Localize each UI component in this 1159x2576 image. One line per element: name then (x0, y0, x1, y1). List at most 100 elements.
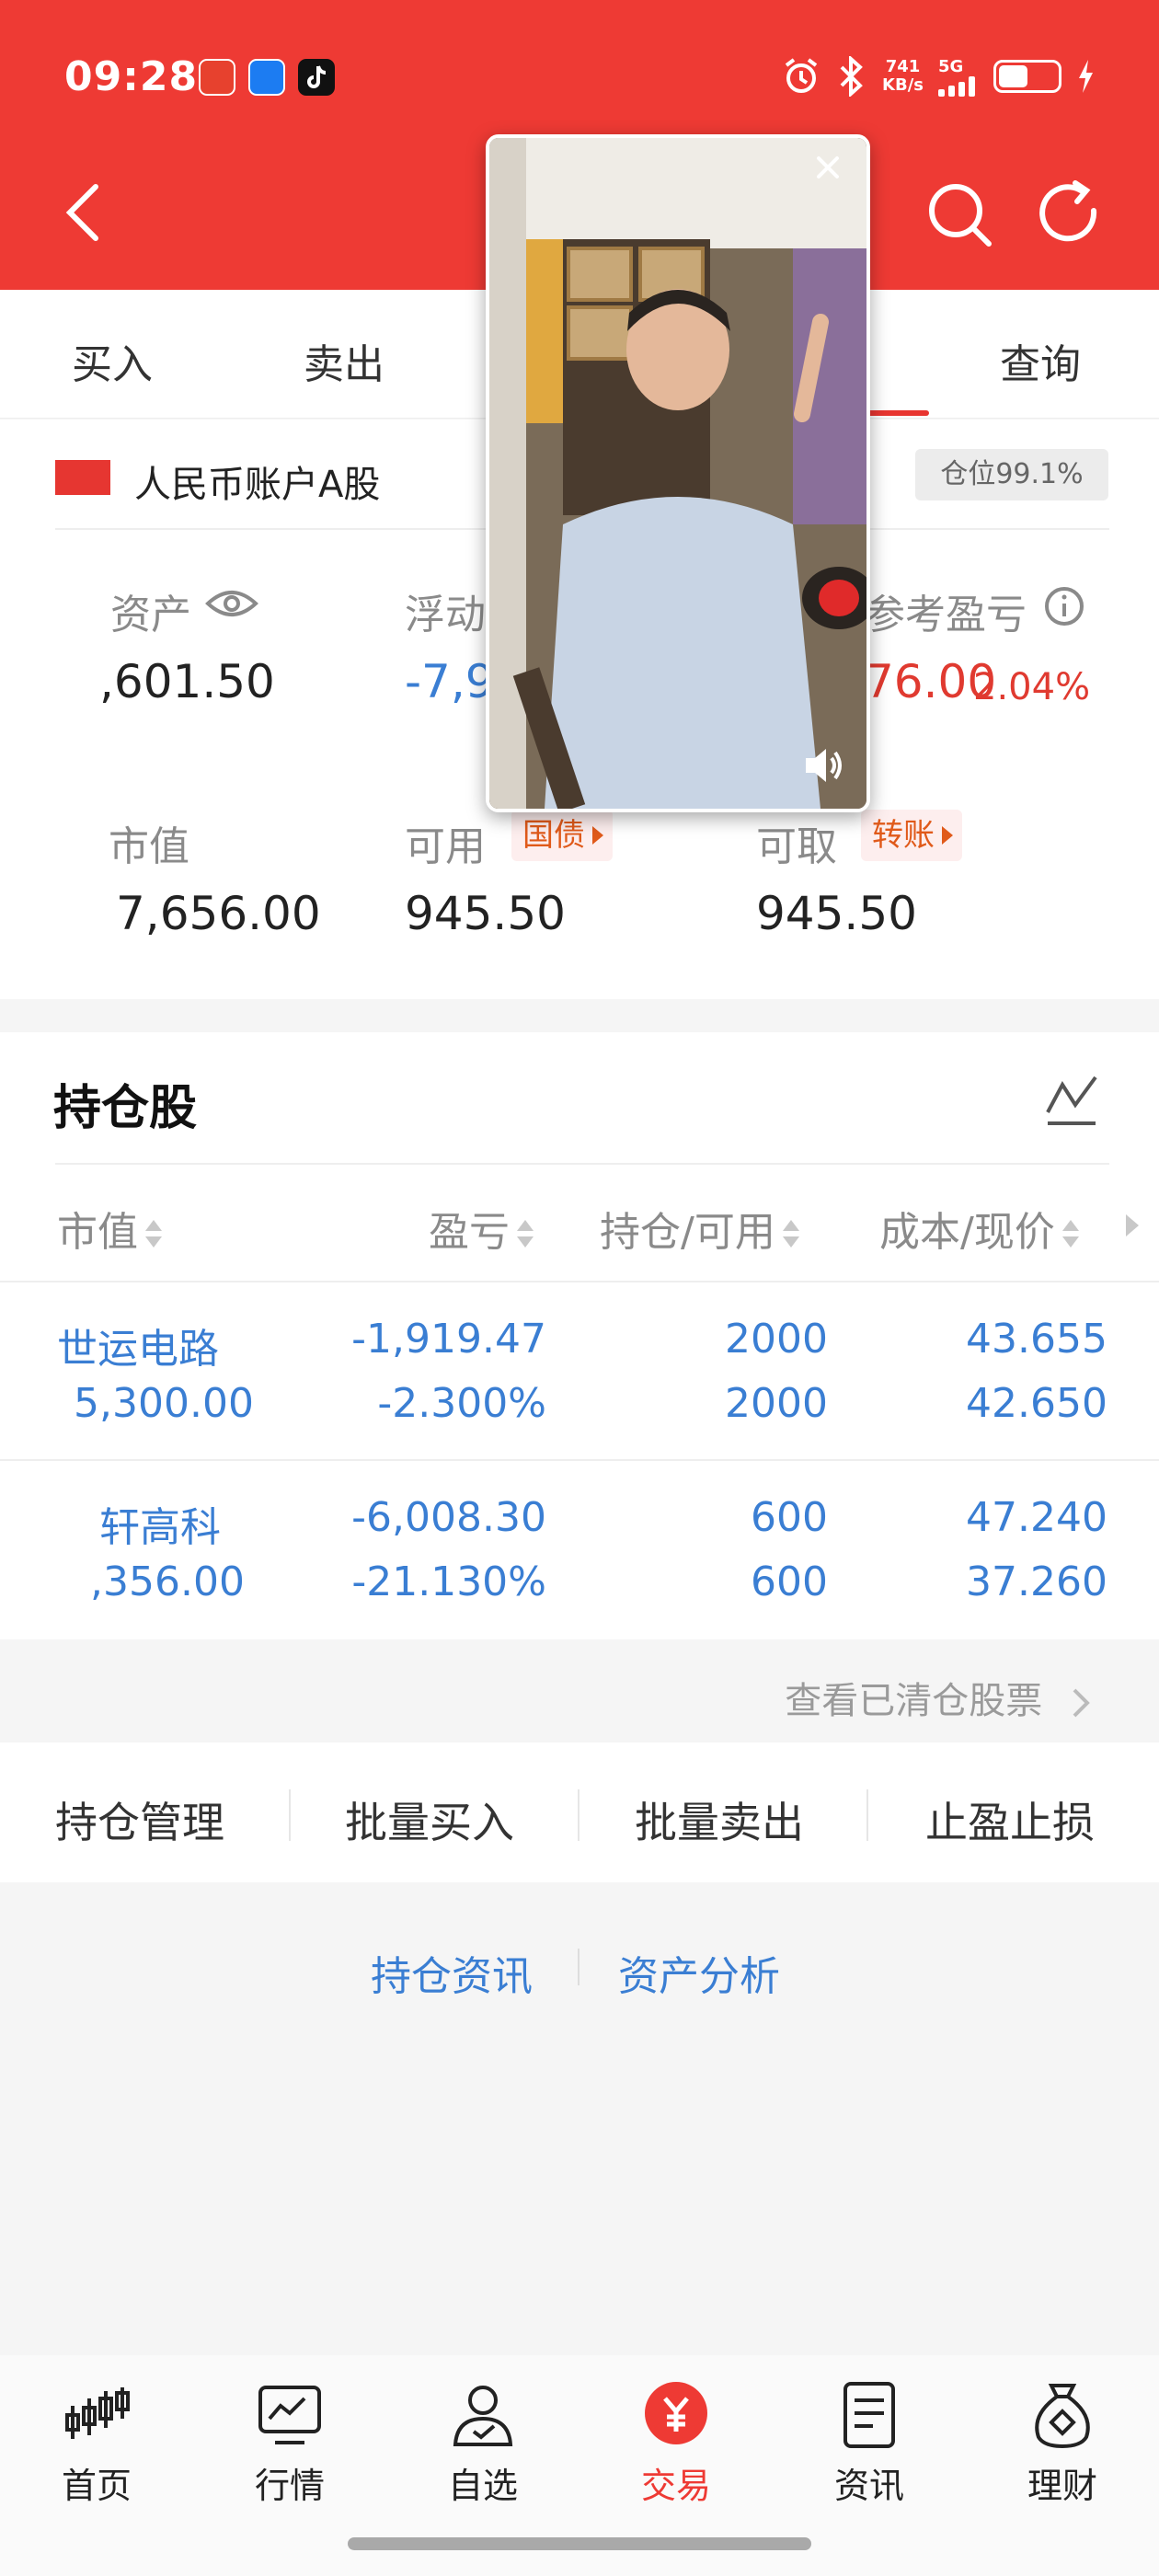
tab-sell[interactable]: 卖出 (304, 331, 384, 390)
col-market-value[interactable]: 市值 (57, 1199, 162, 1258)
search-button[interactable] (924, 179, 994, 249)
tab-buy[interactable]: 买入 (72, 331, 153, 390)
network-speed: 741 KB/s (882, 57, 924, 95)
stock-position: 600 (751, 1494, 828, 1541)
nav-label: 行情 (254, 2466, 325, 2506)
nav-home[interactable]: 首页 (23, 2378, 170, 2508)
withdrawable-value: 945.50 (756, 887, 917, 940)
account-name[interactable]: 人民币账户A股 (134, 454, 380, 508)
col-pnl[interactable]: 盈亏 (429, 1199, 534, 1258)
market-value-value: 7,656.00 (116, 887, 321, 940)
available-label: 可用 (405, 823, 486, 870)
refresh-icon (1039, 180, 1097, 242)
total-assets-label: 资产 (110, 592, 191, 638)
stock-available: 2000 (725, 1380, 828, 1427)
stock-price: 37.260 (966, 1558, 1107, 1605)
market-chart-icon (258, 2386, 321, 2444)
back-button[interactable] (59, 179, 114, 244)
ref-pnl-label: 参考盈亏 (865, 592, 1027, 638)
table-row[interactable]: 轩高科 ,356.00 -6,008.30 -21.130% 600 600 4… (0, 1461, 1159, 1636)
stock-cost: 47.240 (966, 1494, 1107, 1541)
status-time: 09:28 (64, 53, 199, 100)
eye-icon[interactable] (204, 585, 259, 622)
asset-analysis-link[interactable]: 资产分析 (618, 1943, 780, 2002)
stock-name[interactable]: 轩高科 (99, 1494, 221, 1553)
trend-chart-icon[interactable] (1044, 1072, 1099, 1127)
refresh-button[interactable] (1035, 179, 1105, 249)
alarm-icon (785, 58, 818, 93)
batch-buy-button[interactable]: 批量买入 (345, 1789, 514, 1850)
home-indicator[interactable] (348, 2537, 811, 2550)
volume-icon[interactable] (802, 745, 846, 786)
status-bar-right: 741 KB/s 5G (781, 53, 1095, 99)
stock-pnl: -6,008.30 (351, 1494, 546, 1541)
market-value-label: 市值 (109, 823, 189, 870)
nav-watchlist[interactable]: 自选 (409, 2378, 557, 2508)
stock-market-value: 5,300.00 (74, 1380, 254, 1427)
info-icon[interactable] (1043, 585, 1085, 627)
total-assets-value: ,601.50 (99, 655, 275, 708)
tiktok-icon (298, 59, 335, 96)
treasury-bond-tag[interactable]: 国债 (511, 810, 613, 861)
scroll-right-icon[interactable] (1124, 1213, 1141, 1238)
col-cost-price[interactable]: 成本/现价 (879, 1199, 1079, 1258)
nav-news[interactable]: 资讯 (796, 2378, 943, 2508)
close-icon[interactable] (809, 149, 846, 186)
sort-icon (781, 1216, 799, 1253)
stock-pnl: -1,919.47 (351, 1316, 546, 1363)
stock-pnl-percent: -2.300% (377, 1380, 546, 1427)
stock-pnl-percent: -21.130% (351, 1558, 546, 1605)
tab-query[interactable]: 查询 (1000, 331, 1081, 390)
stock-position: 2000 (725, 1316, 828, 1363)
account-flag-icon (55, 460, 110, 495)
search-icon (929, 184, 992, 247)
nav-label: 资讯 (833, 2466, 904, 2506)
divider (866, 1789, 868, 1841)
stock-name[interactable]: 世运电路 (57, 1316, 219, 1374)
transfer-tag[interactable]: 转账 (861, 810, 962, 861)
position-ratio-badge: 仓位99.1% (915, 449, 1108, 500)
holding-news-link[interactable]: 持仓资讯 (371, 1943, 533, 2002)
divider (578, 1949, 580, 1985)
stock-price: 42.650 (966, 1380, 1107, 1427)
nav-label: 交易 (640, 2466, 711, 2506)
holdings-title: 持仓股 (53, 1081, 198, 1136)
money-bag-icon (1035, 2384, 1090, 2449)
stock-available: 600 (751, 1558, 828, 1605)
sort-icon (515, 1216, 534, 1253)
signal-indicator: 5G (938, 57, 979, 97)
nav-label: 理财 (1027, 2466, 1097, 2506)
sort-icon (1061, 1216, 1079, 1253)
floating-pnl-label: 浮动 (405, 592, 486, 638)
withdrawable-label: 可取 (756, 823, 837, 870)
nav-market[interactable]: 行情 (216, 2378, 363, 2508)
stock-market-value: ,356.00 (90, 1558, 245, 1605)
nav-label: 自选 (447, 2466, 518, 2506)
stock-cost: 43.655 (966, 1316, 1107, 1363)
document-icon (843, 2382, 895, 2448)
charging-icon (1079, 60, 1093, 93)
nav-wealth[interactable]: 理财 (989, 2378, 1136, 2508)
video-frame (489, 138, 866, 809)
app-notification-icon (199, 59, 235, 96)
bluetooth-icon (840, 56, 863, 97)
chevron-right-icon (1073, 1688, 1090, 1718)
back-chevron-icon (65, 184, 98, 241)
available-value: 945.50 (405, 887, 566, 940)
nav-trade[interactable]: 交易 (602, 2378, 750, 2508)
view-cleared-stocks-link[interactable]: 查看已清仓股票 (785, 1671, 1095, 1724)
divider (289, 1789, 291, 1841)
floating-video-player[interactable] (486, 134, 870, 812)
ref-pnl-percent: 2.04% (973, 666, 1091, 708)
batch-sell-button[interactable]: 批量卖出 (635, 1789, 804, 1850)
take-profit-stop-loss-button[interactable]: 止盈止损 (925, 1789, 1095, 1850)
holding-manage-button[interactable]: 持仓管理 (55, 1789, 224, 1850)
person-check-icon (453, 2386, 513, 2446)
col-position[interactable]: 持仓/可用 (600, 1199, 799, 1258)
nav-label: 首页 (61, 2466, 132, 2506)
candlestick-icon (65, 2387, 130, 2439)
battery-icon (993, 60, 1061, 93)
divider (578, 1789, 580, 1841)
yuan-coin-icon (645, 2382, 707, 2444)
table-row[interactable]: 世运电路 5,300.00 -1,919.47 -2.300% 2000 200… (0, 1282, 1159, 1457)
